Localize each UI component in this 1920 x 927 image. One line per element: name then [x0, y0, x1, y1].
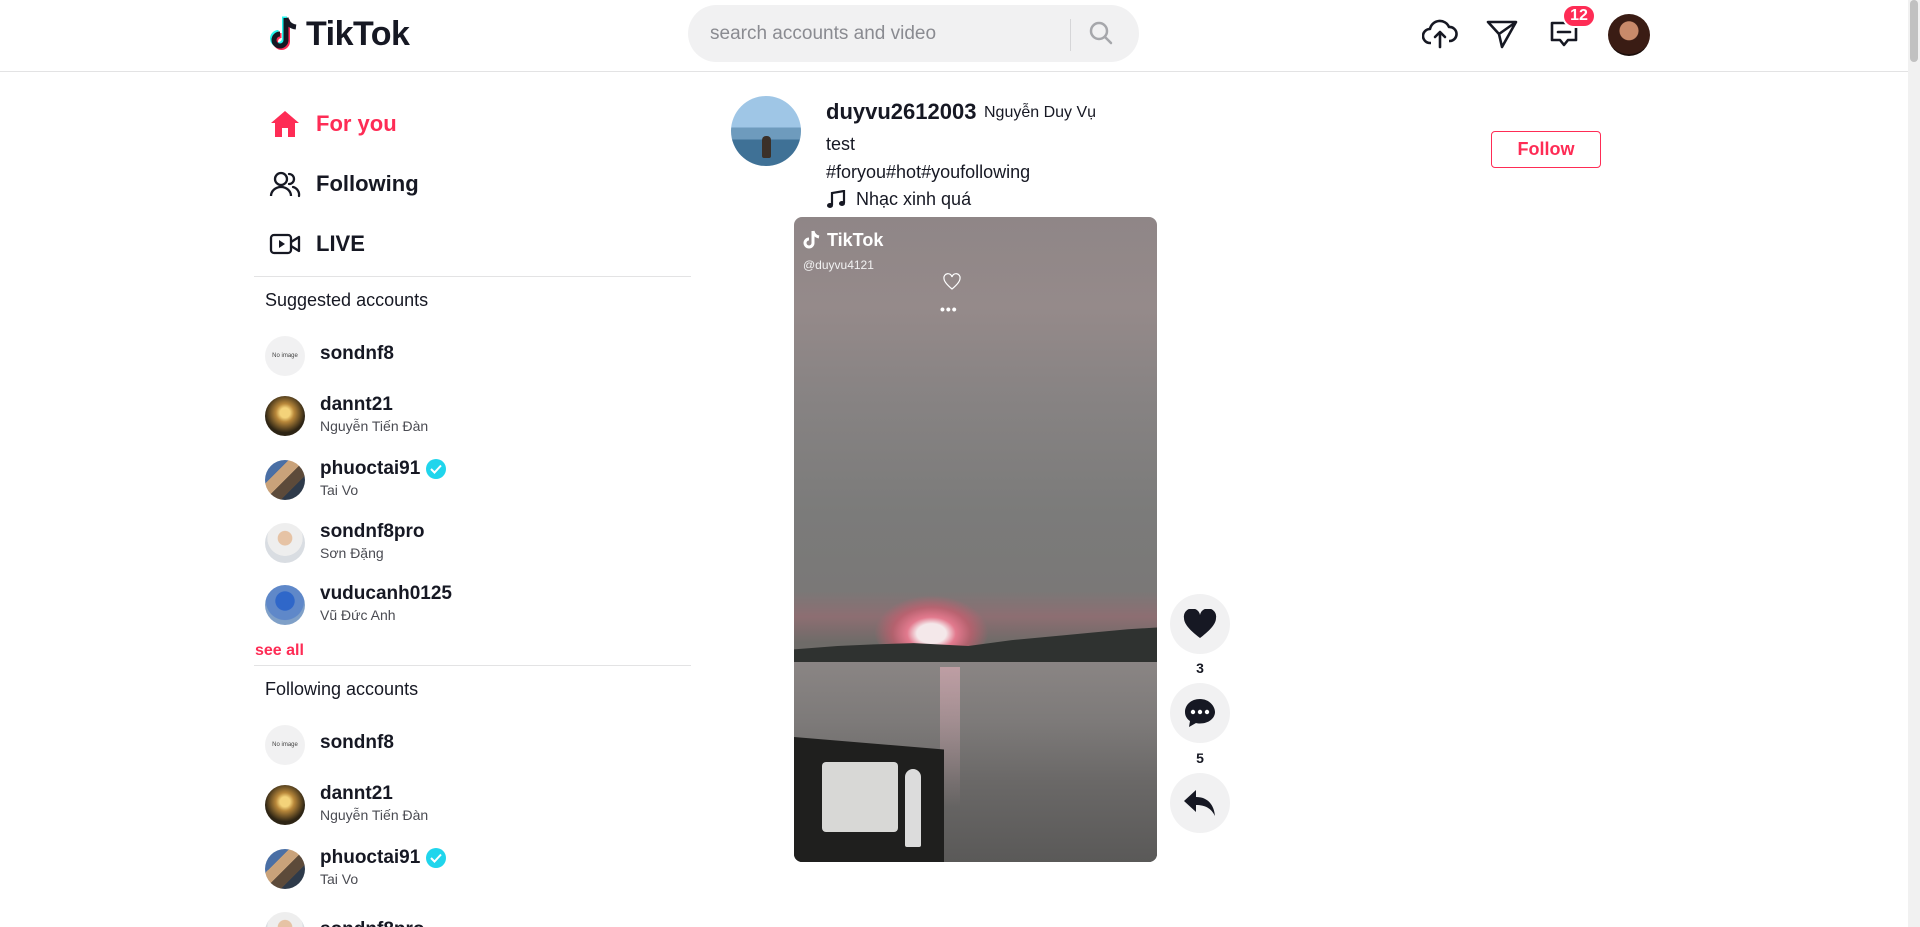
- home-icon: [268, 107, 302, 141]
- search-divider: [1070, 19, 1071, 51]
- verified-badge-icon: [426, 848, 447, 868]
- account-display-name: Nguyễn Tiến Đàn: [320, 807, 429, 823]
- nav-label: For you: [316, 111, 397, 136]
- watermark-handle: @duyvu4121: [803, 258, 874, 272]
- nav-label: Following: [316, 171, 419, 196]
- tiktok-logo[interactable]: TikTok: [268, 12, 410, 56]
- post-caption: test: [826, 134, 856, 154]
- suggested-account[interactable]: dannt21 Nguyễn Tiến Đàn: [265, 390, 685, 442]
- account-username: dannt21: [320, 783, 393, 804]
- divider: [254, 665, 691, 666]
- verified-badge-icon: [426, 459, 447, 479]
- avatar: [265, 460, 305, 500]
- top-header: TikTok 12: [0, 0, 1908, 72]
- account-username: dannt21: [320, 394, 393, 415]
- tiktok-note-icon: [270, 16, 297, 50]
- like-count: 3: [1196, 660, 1204, 676]
- music-title: Nhạc xinh quá: [856, 189, 972, 209]
- video-more-dots: •••: [940, 301, 958, 317]
- post-hashtags[interactable]: #foryou#hot#youfollowing: [826, 162, 1030, 183]
- share-icon: [1184, 790, 1215, 816]
- suggested-account[interactable]: phuoctai91 Tai Vo: [265, 454, 685, 506]
- divider: [254, 276, 691, 277]
- upload-button[interactable]: [1421, 15, 1459, 53]
- following-account[interactable]: sondnf8pro: [265, 906, 685, 927]
- avatar: [265, 396, 305, 436]
- video-player[interactable]: TikTok @duyvu4121 •••: [794, 217, 1157, 862]
- avatar: [265, 912, 305, 927]
- messages-button[interactable]: [1483, 15, 1521, 53]
- avatar: No image: [265, 725, 305, 765]
- video-watermark: TikTok: [803, 229, 883, 251]
- see-all-link[interactable]: see all: [255, 642, 304, 660]
- nav-live[interactable]: LIVE: [268, 219, 668, 269]
- profile-avatar[interactable]: [1608, 14, 1650, 56]
- heart-icon: [1183, 609, 1217, 638]
- sidebar: For you Following LIVE Suggested account…: [254, 72, 692, 927]
- follow-button[interactable]: Follow: [1491, 131, 1601, 168]
- send-icon: [1486, 20, 1518, 49]
- avatar: [265, 849, 305, 889]
- search-input[interactable]: [710, 13, 1070, 54]
- account-username: sondnf8: [320, 343, 394, 364]
- users-icon: [268, 167, 302, 201]
- account-display-name: Sơn Đặng: [320, 545, 384, 561]
- nav-for-you[interactable]: For you: [268, 99, 668, 149]
- following-accounts-title: Following accounts: [265, 679, 419, 699]
- nav-following[interactable]: Following: [268, 159, 668, 209]
- avatar: [265, 523, 305, 563]
- video-person: [905, 769, 921, 847]
- music-note-icon: [827, 189, 846, 208]
- scrollbar-thumb[interactable]: [1910, 0, 1918, 62]
- post-music[interactable]: Nhạc xinh quá: [826, 189, 971, 210]
- heart-outline-icon: [943, 273, 961, 290]
- upload-icon: [1422, 19, 1458, 49]
- account-username: sondnf8: [320, 732, 394, 753]
- watermark-text: TikTok: [827, 229, 884, 250]
- account-username: phuoctai91: [320, 458, 421, 479]
- logo-text: TikTok: [306, 14, 410, 53]
- page-scrollbar[interactable]: [1908, 0, 1920, 927]
- avatar: [265, 585, 305, 625]
- account-username: vuducanh0125: [320, 583, 452, 604]
- search-icon: [1089, 21, 1113, 45]
- suggested-account[interactable]: No image sondnf8: [265, 330, 685, 382]
- comment-count: 5: [1196, 750, 1204, 766]
- like-button[interactable]: [1170, 594, 1230, 654]
- comment-icon: [1185, 699, 1215, 727]
- suggested-account[interactable]: vuducanh0125 Vũ Đức Anh: [265, 579, 685, 631]
- suggested-account[interactable]: sondnf8pro Sơn Đặng: [265, 517, 685, 569]
- account-username: sondnf8pro: [320, 521, 425, 542]
- following-account[interactable]: phuoctai91 Tai Vo: [265, 843, 685, 895]
- nav-label: LIVE: [316, 231, 365, 256]
- account-display-name: Tai Vo: [320, 871, 359, 887]
- notification-badge: 12: [1562, 4, 1596, 28]
- share-button[interactable]: [1170, 773, 1230, 833]
- avatar: [265, 785, 305, 825]
- post-author-avatar[interactable]: [731, 96, 801, 166]
- video-truck: [822, 762, 898, 832]
- account-display-name: Tai Vo: [320, 482, 359, 498]
- following-account[interactable]: dannt21 Nguyễn Tiến Đàn: [265, 779, 685, 831]
- comment-button[interactable]: [1170, 683, 1230, 743]
- live-camera-icon: [268, 227, 302, 261]
- post-username[interactable]: duyvu2612003: [826, 99, 976, 125]
- search-button[interactable]: [1081, 13, 1121, 53]
- avatar: No image: [265, 336, 305, 376]
- search-bar: [688, 5, 1139, 62]
- account-display-name: Vũ Đức Anh: [320, 607, 396, 623]
- suggested-accounts-title: Suggested accounts: [265, 290, 429, 310]
- account-username: sondnf8pro: [320, 919, 425, 927]
- account-display-name: Nguyễn Tiến Đàn: [320, 418, 429, 434]
- tiktok-note-icon: [803, 230, 820, 249]
- following-account[interactable]: No image sondnf8: [265, 719, 685, 771]
- account-username: phuoctai91: [320, 847, 421, 868]
- post-display-name: Nguyễn Duy Vụ: [984, 104, 1097, 121]
